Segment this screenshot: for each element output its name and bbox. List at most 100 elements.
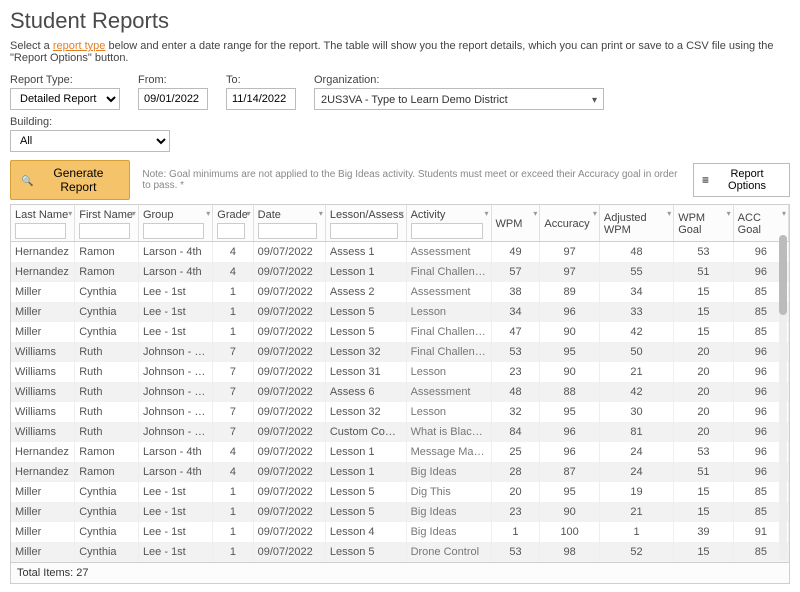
cell: 53	[491, 542, 540, 562]
col-header-adjusted-wpm[interactable]: Adjusted WPM▾	[599, 205, 673, 242]
cell: 32	[491, 402, 540, 422]
col-header-wpm-goal[interactable]: WPM Goal▾	[674, 205, 733, 242]
from-date-input[interactable]	[138, 88, 208, 110]
sort-icon[interactable]: ▾	[132, 209, 136, 218]
cell: 23	[491, 362, 540, 382]
sort-icon[interactable]: ▾	[68, 209, 72, 218]
cell: 09/07/2022	[253, 482, 325, 502]
cell: 09/07/2022	[253, 462, 325, 482]
scrollbar-thumb[interactable]	[779, 235, 787, 315]
building-select[interactable]: All	[10, 130, 170, 152]
cell: Ruth	[75, 362, 139, 382]
col-header-last-name[interactable]: Last Name▾	[11, 205, 75, 242]
report-options-button[interactable]: Report Options	[693, 163, 790, 197]
sort-icon[interactable]: ▾	[727, 209, 731, 218]
cell: 15	[674, 302, 733, 322]
cell: 09/07/2022	[253, 262, 325, 282]
cell: Lee - 1st	[138, 502, 212, 522]
cell: 4	[213, 262, 253, 282]
cell: 51	[674, 262, 733, 282]
col-label: Group	[143, 209, 208, 221]
sort-icon[interactable]: ▾	[319, 209, 323, 218]
col-header-accuracy[interactable]: Accuracy▾	[540, 205, 599, 242]
cell: 39	[674, 522, 733, 542]
table-row: MillerCynthiaLee - 1st109/07/2022Lesson …	[11, 542, 789, 562]
col-filter-input[interactable]	[258, 223, 317, 239]
cell: Hernandez	[11, 262, 75, 282]
col-header-wpm[interactable]: WPM▾	[491, 205, 540, 242]
sort-icon[interactable]: ▾	[782, 209, 786, 218]
cell: 15	[674, 282, 733, 302]
generate-report-button[interactable]: Generate Report	[10, 160, 130, 200]
cell: Final Challenge	[406, 342, 491, 362]
cell: 23	[491, 502, 540, 522]
cell: Cynthia	[75, 522, 139, 542]
col-header-group[interactable]: Group▾	[138, 205, 212, 242]
cell: 90	[540, 502, 599, 522]
cell: 1	[213, 322, 253, 342]
col-filter-input[interactable]	[217, 223, 244, 239]
to-date-input[interactable]	[226, 88, 296, 110]
vertical-scrollbar[interactable]	[779, 235, 787, 560]
report-type-link[interactable]: report type	[53, 40, 106, 52]
report-options-label: Report Options	[713, 168, 781, 192]
col-filter-input[interactable]	[15, 223, 66, 239]
sort-icon[interactable]: ▾	[247, 209, 251, 218]
col-label: Grade	[217, 209, 248, 221]
sort-icon[interactable]: ▾	[206, 209, 210, 218]
cell: 97	[540, 262, 599, 282]
cell: 1	[213, 542, 253, 562]
report-type-select[interactable]: Detailed Report	[10, 88, 120, 110]
sort-icon[interactable]: ▾	[593, 209, 597, 218]
cell: 7	[213, 402, 253, 422]
cell: 42	[599, 322, 673, 342]
cell: 38	[491, 282, 540, 302]
table-row: WilliamsRuthJohnson - 7th709/07/2022Asse…	[11, 382, 789, 402]
cell: 09/07/2022	[253, 542, 325, 562]
cell: Assess 6	[325, 382, 406, 402]
cell: 20	[674, 362, 733, 382]
sort-icon[interactable]: ▾	[533, 209, 537, 218]
table-row: WilliamsRuthJohnson - 7th709/07/2022Less…	[11, 362, 789, 382]
cell: Big Ideas	[406, 462, 491, 482]
cell: 1	[213, 482, 253, 502]
cell: Miller	[11, 322, 75, 342]
col-filter-input[interactable]	[411, 223, 483, 239]
cell: 33	[599, 302, 673, 322]
cell: Final Challenge	[406, 322, 491, 342]
table-footer: Total Items: 27	[10, 563, 790, 584]
col-header-lesson-assess[interactable]: Lesson/Assess▾	[325, 205, 406, 242]
cell: Message Master	[406, 442, 491, 462]
cell: Lesson 31	[325, 362, 406, 382]
col-header-grade[interactable]: Grade▾	[213, 205, 253, 242]
col-filter-input[interactable]	[143, 223, 204, 239]
cell: Ramon	[75, 262, 139, 282]
cell: Johnson - 7th	[138, 362, 212, 382]
col-header-activity[interactable]: Activity▾	[406, 205, 491, 242]
col-filter-input[interactable]	[79, 223, 130, 239]
col-filter-input[interactable]	[330, 223, 398, 239]
search-icon	[21, 173, 33, 187]
sort-icon[interactable]: ▾	[667, 209, 671, 218]
cell: 24	[599, 442, 673, 462]
table-row: HernandezRamonLarson - 4th409/07/2022Les…	[11, 442, 789, 462]
cell: Lesson 5	[325, 502, 406, 522]
col-header-date[interactable]: Date▾	[253, 205, 325, 242]
from-label: From:	[138, 74, 208, 86]
col-header-first-name[interactable]: First Name▾	[75, 205, 139, 242]
cell: Miller	[11, 502, 75, 522]
cell: 20	[674, 402, 733, 422]
cell: Williams	[11, 342, 75, 362]
table-row: HernandezRamonLarson - 4th409/07/2022Les…	[11, 462, 789, 482]
cell: Lee - 1st	[138, 482, 212, 502]
cell: Larson - 4th	[138, 262, 212, 282]
cell: 21	[599, 502, 673, 522]
cell: Ruth	[75, 382, 139, 402]
cell: 1	[213, 502, 253, 522]
cell: 34	[599, 282, 673, 302]
sort-icon[interactable]: ▾	[485, 209, 489, 218]
cell: 52	[599, 542, 673, 562]
sort-icon[interactable]: ▾	[400, 209, 404, 218]
cell: Williams	[11, 382, 75, 402]
organization-select[interactable]: 2US3VA - Type to Learn Demo District	[314, 88, 604, 110]
